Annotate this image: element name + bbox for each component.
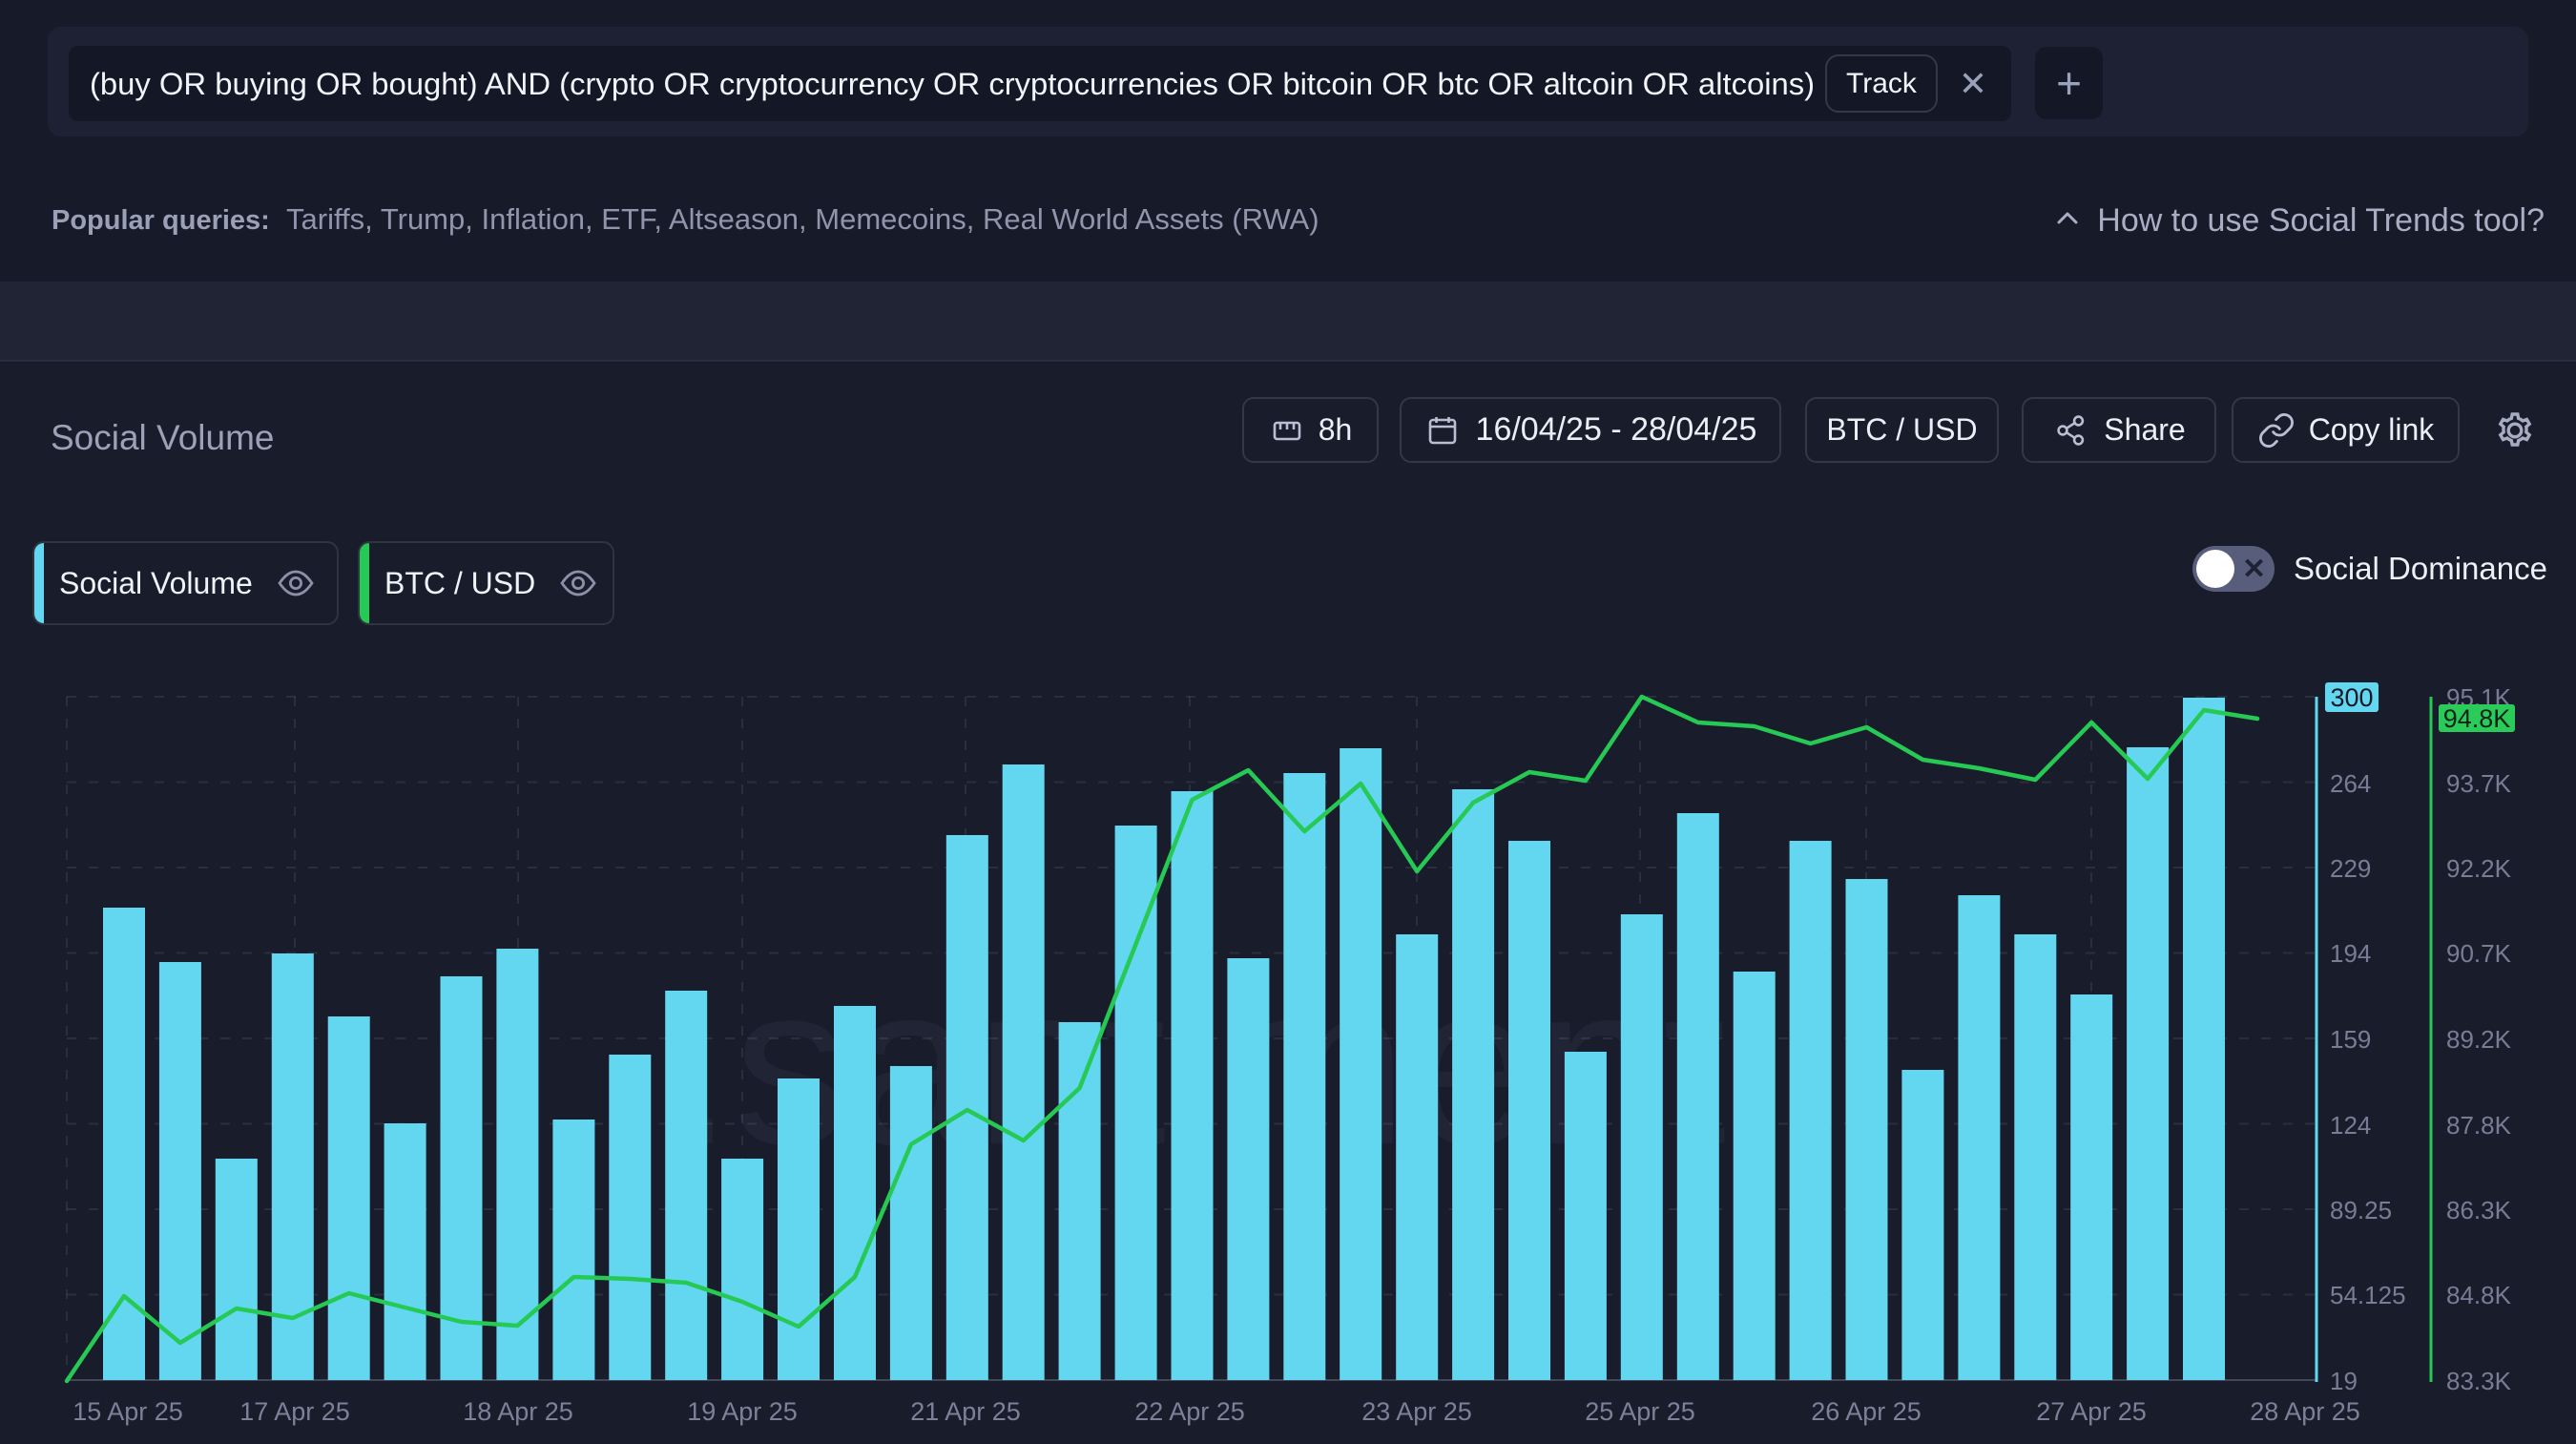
svg-text:92.2K: 92.2K: [2446, 854, 2512, 883]
svg-text:83.3K: 83.3K: [2446, 1367, 2512, 1395]
svg-text:23 Apr 25: 23 Apr 25: [1361, 1397, 1472, 1426]
svg-text:28 Apr 25: 28 Apr 25: [2250, 1397, 2360, 1426]
svg-text:86.3K: 86.3K: [2446, 1196, 2512, 1224]
svg-text:159: 159: [2330, 1025, 2371, 1054]
svg-text:19: 19: [2330, 1367, 2358, 1395]
svg-text:84.8K: 84.8K: [2446, 1281, 2512, 1309]
svg-text:18 Apr 25: 18 Apr 25: [463, 1397, 573, 1426]
svg-text:89.2K: 89.2K: [2446, 1025, 2512, 1054]
svg-text:94.8K: 94.8K: [2443, 704, 2511, 733]
svg-text:90.7K: 90.7K: [2446, 939, 2512, 968]
svg-text:194: 194: [2330, 939, 2371, 968]
svg-text:17 Apr 25: 17 Apr 25: [239, 1397, 350, 1426]
svg-text:54.125: 54.125: [2330, 1281, 2406, 1309]
svg-text:26 Apr 25: 26 Apr 25: [1811, 1397, 1922, 1426]
svg-text:21 Apr 25: 21 Apr 25: [910, 1397, 1021, 1426]
svg-text:27 Apr 25: 27 Apr 25: [2036, 1397, 2147, 1426]
svg-text:124: 124: [2330, 1111, 2371, 1140]
svg-text:300: 300: [2330, 683, 2373, 712]
svg-text:15 Apr 25: 15 Apr 25: [73, 1397, 183, 1426]
svg-text:87.8K: 87.8K: [2446, 1111, 2512, 1140]
svg-text:229: 229: [2330, 854, 2371, 883]
svg-text:89.25: 89.25: [2330, 1196, 2392, 1224]
svg-text:264: 264: [2330, 769, 2371, 798]
svg-text:25 Apr 25: 25 Apr 25: [1585, 1397, 1695, 1426]
svg-text:19 Apr 25: 19 Apr 25: [687, 1397, 798, 1426]
svg-text:22 Apr 25: 22 Apr 25: [1134, 1397, 1245, 1426]
svg-text:93.7K: 93.7K: [2446, 769, 2512, 798]
